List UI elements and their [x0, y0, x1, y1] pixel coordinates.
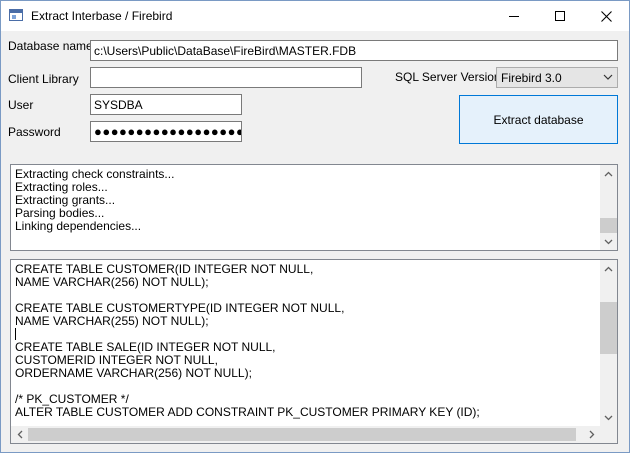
- server-version-label: SQL Server Version: [395, 70, 501, 84]
- chevron-down-icon: [604, 415, 613, 420]
- sql-scroll-up[interactable]: [600, 260, 617, 277]
- close-button[interactable]: [583, 1, 629, 31]
- log-vertical-scrollbar[interactable]: [600, 165, 617, 250]
- sql-vertical-scrollbar[interactable]: [600, 260, 617, 426]
- sql-horizontal-scrollbar[interactable]: [11, 426, 600, 443]
- close-icon: [600, 10, 612, 22]
- maximize-button[interactable]: [537, 1, 583, 31]
- chevron-up-icon: [604, 266, 613, 271]
- database-name-label: Database name: [8, 39, 93, 53]
- sql-text: CREATE TABLE CUSTOMER(ID INTEGER NOT NUL…: [15, 262, 480, 419]
- database-name-input[interactable]: c:\Users\Public\DataBase\FireBird\MASTER…: [90, 40, 618, 61]
- chevron-right-icon: [589, 430, 594, 439]
- chevron-left-icon: [17, 430, 22, 439]
- extract-window: Extract Interbase / Firebird Database na…: [0, 0, 630, 453]
- sql-hscroll-thumb[interactable]: [28, 428, 576, 441]
- sql-scroll-down[interactable]: [600, 409, 617, 426]
- user-label: User: [8, 98, 34, 112]
- window-title: Extract Interbase / Firebird: [31, 9, 173, 23]
- server-version-value: Firebird 3.0: [501, 71, 562, 85]
- extract-database-button[interactable]: Extract database: [459, 95, 618, 144]
- sql-vscroll-thumb[interactable]: [600, 302, 617, 354]
- log-scroll-thumb[interactable]: [600, 218, 617, 233]
- chevron-down-icon: [603, 74, 613, 80]
- client-library-label: Client Library: [8, 72, 79, 86]
- server-version-select[interactable]: Firebird 3.0: [496, 67, 618, 88]
- chevron-down-icon: [604, 239, 613, 244]
- extract-database-label: Extract database: [493, 112, 584, 127]
- title-bar[interactable]: Extract Interbase / Firebird: [1, 1, 629, 31]
- text-caret: [15, 328, 16, 340]
- app-window-icon: [9, 9, 23, 21]
- log-scroll-up[interactable]: [600, 165, 617, 182]
- scrollbar-corner: [600, 426, 617, 443]
- log-scroll-down[interactable]: [600, 233, 617, 250]
- sql-scroll-right[interactable]: [583, 426, 600, 443]
- password-label: Password: [8, 125, 61, 139]
- client-library-input[interactable]: [90, 67, 362, 88]
- sql-scroll-left[interactable]: [11, 426, 28, 443]
- chevron-up-icon: [604, 171, 613, 176]
- password-input[interactable]: ●●●●●●●●●●●●●●●●●●●: [90, 121, 242, 142]
- minimize-icon: [509, 16, 519, 17]
- minimize-button[interactable]: [491, 1, 537, 31]
- log-memo[interactable]: Extracting check constraints... Extracti…: [10, 164, 618, 251]
- sql-memo[interactable]: CREATE TABLE CUSTOMER(ID INTEGER NOT NUL…: [10, 259, 618, 444]
- maximize-icon: [555, 11, 565, 21]
- user-input[interactable]: SYSDBA: [90, 94, 242, 115]
- log-text: Extracting check constraints... Extracti…: [15, 167, 175, 233]
